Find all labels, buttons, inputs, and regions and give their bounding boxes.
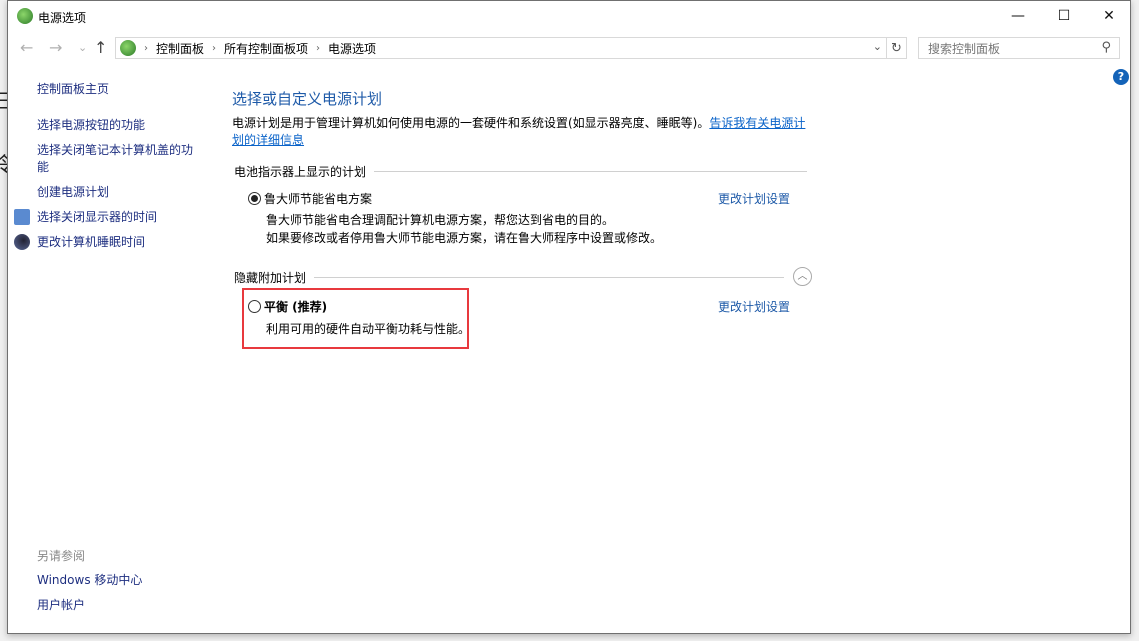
- sidebar-item-display-off[interactable]: 选择关闭显示器的时间: [37, 209, 207, 226]
- refresh-button[interactable]: ↻: [887, 37, 907, 59]
- power-options-icon: [17, 8, 33, 24]
- breadcrumb-power-options[interactable]: 电源选项: [328, 40, 376, 57]
- see-also-heading: 另请参阅: [37, 549, 86, 563]
- search-placeholder: 搜索控制面板: [928, 41, 1001, 56]
- page-description: 电源计划是用于管理计算机如何使用电源的一套硬件和系统设置(如显示器亮度、睡眠等)…: [232, 115, 812, 149]
- sidebar-item-lid-close[interactable]: 选择关闭笔记本计算机盖的功能: [37, 142, 202, 176]
- power-options-icon: [120, 40, 136, 56]
- chevron-down-icon[interactable]: ⌄: [873, 40, 882, 53]
- sidebar-item-sleep[interactable]: 更改计算机睡眠时间: [37, 234, 207, 251]
- plan-description: 鲁大师节能省电合理调配计算机电源方案，帮您达到省电的目的。: [266, 213, 615, 227]
- sidebar-item-home[interactable]: 控制面板主页: [37, 81, 207, 98]
- page-title: 选择或自定义电源计划: [232, 90, 383, 108]
- plan-description: 如果要修改或者停用鲁大师节能电源方案，请在鲁大师程序中设置或修改。: [266, 231, 663, 245]
- address-bar[interactable]: › 控制面板 › 所有控制面板项 › 电源选项 ⌄: [115, 37, 887, 59]
- breadcrumb-all-items[interactable]: 所有控制面板项: [224, 40, 308, 57]
- close-button[interactable]: ✕: [1086, 1, 1132, 31]
- group-label: 电池指示器上显示的计划: [234, 165, 367, 179]
- power-options-window: 电源选项 — ☐ ✕ ← → ⌄ ↑ › 控制面板 › 所有控制面板项 › 电源…: [7, 0, 1131, 634]
- plan-description: 利用可用的硬件自动平衡功耗与性能。: [266, 322, 471, 336]
- sidebar-item-power-button[interactable]: 选择电源按钮的功能: [37, 117, 207, 134]
- chevron-up-icon[interactable]: ︿: [793, 267, 812, 286]
- breadcrumb-control-panel[interactable]: 控制面板: [156, 40, 204, 57]
- moon-icon: [14, 234, 30, 250]
- help-icon[interactable]: ?: [1113, 69, 1129, 85]
- maximize-button[interactable]: ☐: [1041, 1, 1087, 31]
- minimize-button[interactable]: —: [995, 1, 1041, 31]
- chevron-right-icon: ›: [144, 42, 148, 54]
- sidebar-item-create-plan[interactable]: 创建电源计划: [37, 184, 207, 201]
- sidebar-item-user-accounts[interactable]: 用户帐户: [37, 597, 207, 614]
- forward-button[interactable]: →: [49, 38, 62, 57]
- description-text: 电源计划是用于管理计算机如何使用电源的一套硬件和系统设置(如显示器亮度、睡眠等)…: [232, 116, 710, 130]
- chevron-right-icon: ›: [212, 42, 217, 54]
- plan-name: 平衡 (推荐): [264, 300, 328, 314]
- battery-plans-group: 电池指示器上显示的计划: [234, 163, 807, 180]
- plan-radio-ludashi[interactable]: [248, 192, 261, 205]
- plan-radio-balanced[interactable]: [248, 300, 261, 313]
- search-icon[interactable]: ⚲: [1101, 40, 1111, 55]
- plan-name: 鲁大师节能省电方案: [264, 192, 373, 206]
- title-bar: 电源选项 — ☐ ✕: [8, 1, 1130, 31]
- back-button[interactable]: ←: [20, 38, 33, 57]
- group-label: 隐藏附加计划: [234, 271, 307, 285]
- up-button[interactable]: ↑: [94, 38, 107, 57]
- recent-locations-button[interactable]: ⌄: [78, 41, 87, 54]
- search-input[interactable]: 搜索控制面板 ⚲: [918, 37, 1120, 59]
- window-title: 电源选项: [38, 11, 87, 25]
- sidebar-item-mobility-center[interactable]: Windows 移动中心: [37, 572, 207, 589]
- change-plan-settings-link[interactable]: 更改计划设置: [718, 298, 790, 315]
- change-plan-settings-link[interactable]: 更改计划设置: [718, 190, 790, 207]
- display-clock-icon: [14, 209, 30, 225]
- chevron-right-icon: ›: [316, 42, 321, 54]
- hidden-plans-group: 隐藏附加计划: [234, 269, 784, 286]
